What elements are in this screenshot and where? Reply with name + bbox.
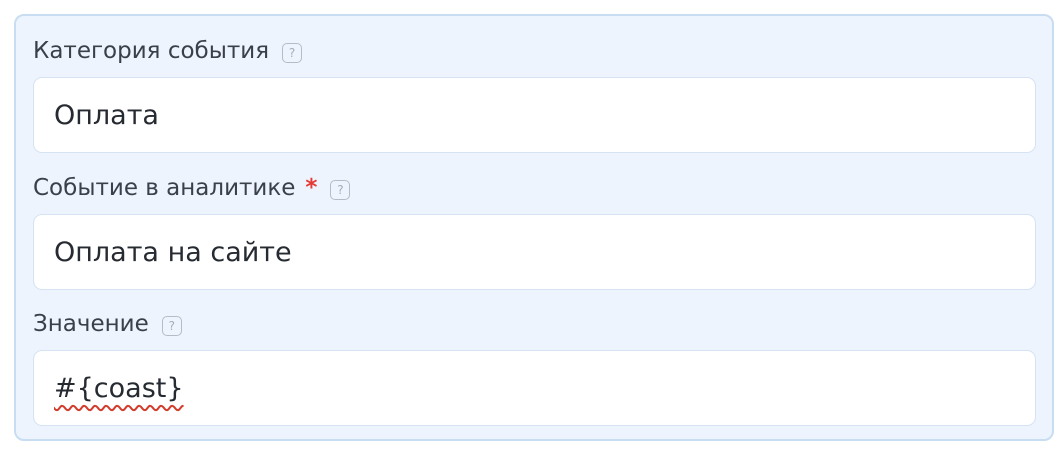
event-settings-panel: Категория события ? Событие в аналитике … — [14, 14, 1054, 441]
event-category-label: Категория события ? — [33, 36, 303, 66]
event-category-label-text: Категория события — [33, 38, 270, 64]
analytics-event-label-text: Событие в аналитике — [33, 175, 296, 201]
value-label-text: Значение — [33, 311, 149, 337]
analytics-event-input[interactable] — [33, 214, 1036, 290]
event-category-help-icon[interactable]: ? — [282, 43, 303, 63]
value-help-icon[interactable]: ? — [161, 316, 182, 336]
analytics-event-label: Событие в аналитике * ? — [33, 173, 351, 203]
analytics-event-help-icon[interactable]: ? — [330, 180, 351, 200]
value-input-text: #{coast} — [54, 372, 184, 404]
event-category-input[interactable] — [33, 77, 1036, 153]
value-input[interactable]: #{coast} — [33, 350, 1036, 426]
value-label: Значение ? — [33, 309, 182, 339]
required-asterisk: * — [305, 175, 318, 201]
